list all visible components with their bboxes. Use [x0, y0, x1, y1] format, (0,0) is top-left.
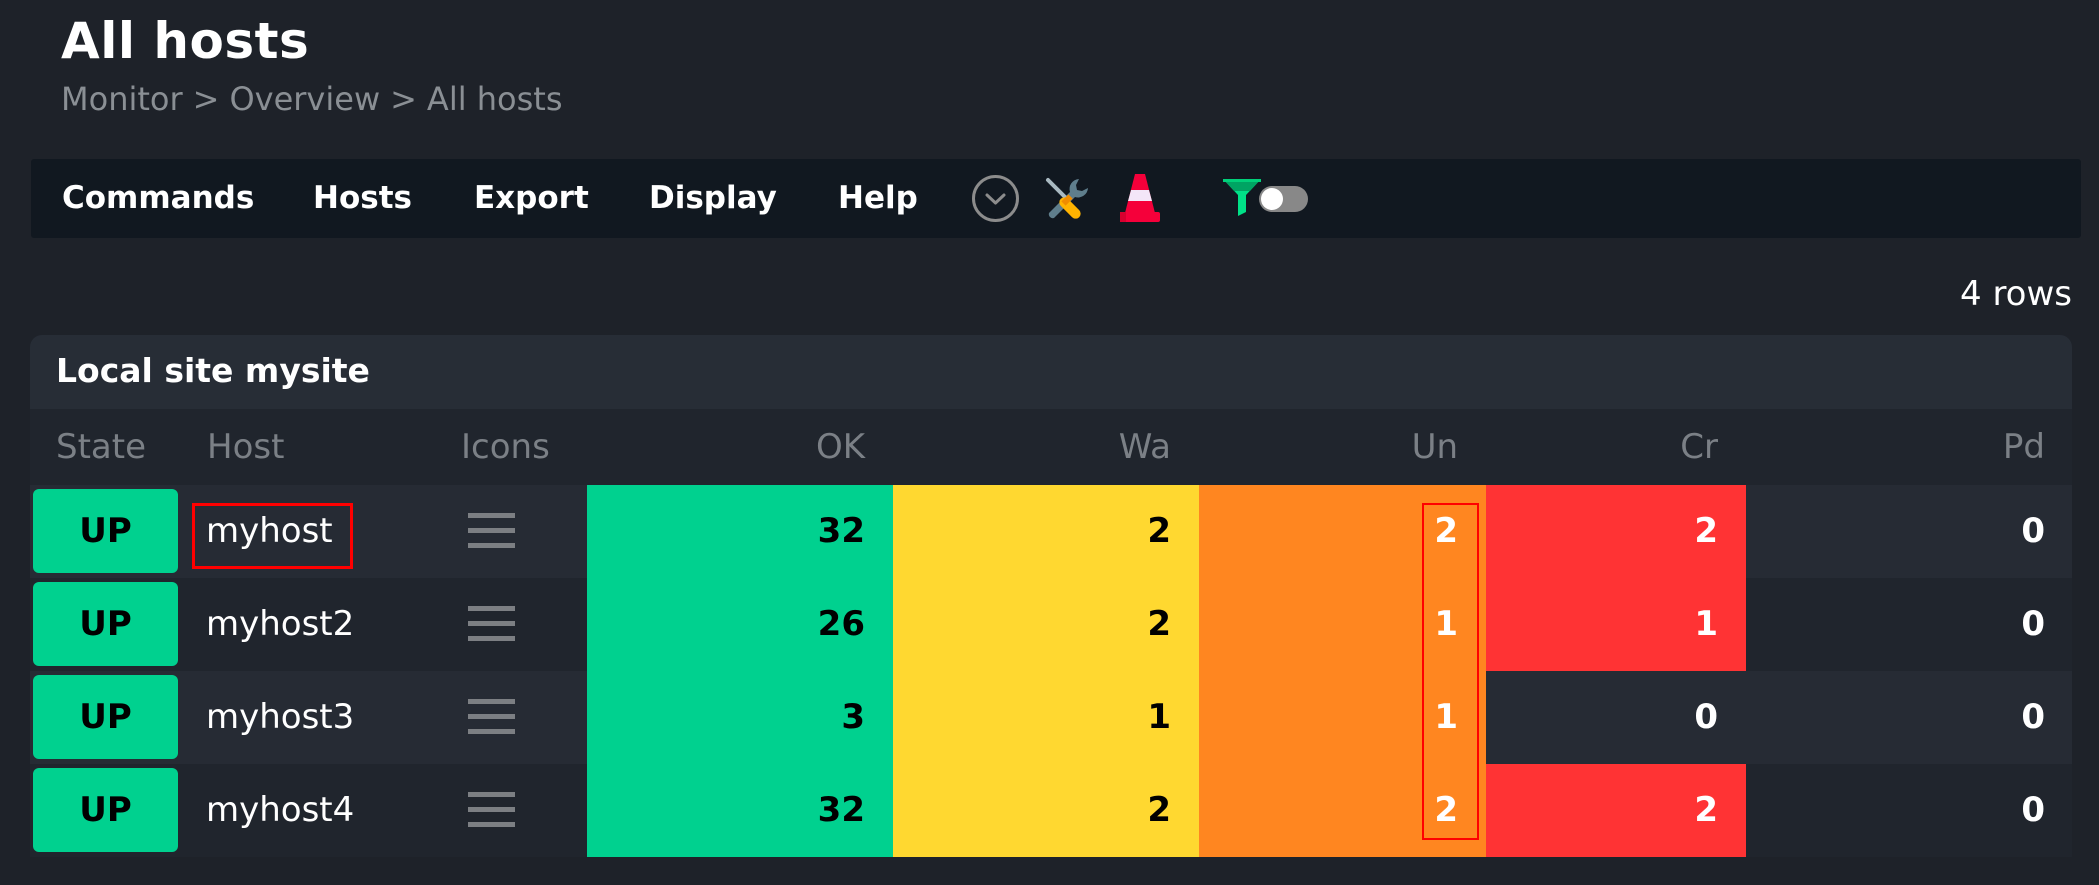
- page-title: All hosts: [61, 12, 310, 70]
- ok-count-cell[interactable]: 32: [587, 485, 893, 578]
- state-badge[interactable]: UP: [33, 675, 178, 759]
- filter-funnel-icon[interactable]: [1222, 178, 1262, 218]
- unknown-count-cell[interactable]: 2: [1199, 764, 1486, 857]
- column-header-cr[interactable]: Cr: [1486, 409, 1746, 485]
- column-header-wa[interactable]: Wa: [893, 409, 1199, 485]
- warn-count-cell[interactable]: 2: [893, 485, 1199, 578]
- state-badge[interactable]: UP: [33, 582, 178, 666]
- warn-count-cell[interactable]: 2: [893, 578, 1199, 671]
- breadcrumb-monitor[interactable]: Monitor: [61, 80, 183, 118]
- ok-count-cell[interactable]: 3: [587, 671, 893, 764]
- column-header-un[interactable]: Un: [1199, 409, 1486, 485]
- menu-help[interactable]: Help: [838, 159, 918, 238]
- pending-count-cell[interactable]: 0: [1746, 764, 2072, 857]
- action-menu-icon[interactable]: [468, 792, 515, 828]
- table-row: UP myhost3 3 1 1 0 0: [30, 671, 2072, 764]
- menu-hosts[interactable]: Hosts: [313, 159, 412, 238]
- host-link[interactable]: myhost3: [206, 671, 354, 764]
- breadcrumb-separator: >: [192, 80, 220, 118]
- pending-count-cell[interactable]: 0: [1746, 485, 2072, 578]
- breadcrumb: Monitor > Overview > All hosts: [61, 80, 563, 118]
- menu-commands[interactable]: Commands: [62, 159, 254, 238]
- column-header-state[interactable]: State: [56, 409, 146, 485]
- hosts-table: Local site mysite State Host Icons OK Wa…: [30, 335, 2072, 857]
- unknown-count-cell[interactable]: 1: [1199, 578, 1486, 671]
- toggle-switch-icon[interactable]: [1259, 186, 1308, 212]
- ok-count-cell[interactable]: 32: [587, 764, 893, 857]
- state-badge[interactable]: UP: [33, 768, 178, 852]
- crit-count-cell[interactable]: 1: [1486, 578, 1746, 671]
- menu-export[interactable]: Export: [474, 159, 589, 238]
- column-header-pd[interactable]: Pd: [1746, 409, 2072, 485]
- menu-display[interactable]: Display: [649, 159, 777, 238]
- breadcrumb-overview[interactable]: Overview: [229, 80, 380, 118]
- host-link[interactable]: myhost: [206, 485, 333, 578]
- crit-count-cell[interactable]: 2: [1486, 764, 1746, 857]
- column-header-host[interactable]: Host: [207, 409, 284, 485]
- warn-count-cell[interactable]: 2: [893, 764, 1199, 857]
- ok-count-cell[interactable]: 26: [587, 578, 893, 671]
- column-header-ok[interactable]: OK: [587, 409, 893, 485]
- action-menu-icon[interactable]: [468, 513, 515, 549]
- page: All hosts Monitor > Overview > All hosts Com…: [0, 0, 2099, 885]
- crit-count-cell[interactable]: 0: [1486, 671, 1746, 764]
- site-group-header: Local site mysite: [30, 335, 2072, 409]
- action-menu-icon[interactable]: [468, 699, 515, 735]
- breadcrumb-separator: >: [390, 80, 417, 118]
- breadcrumb-all-hosts[interactable]: All hosts: [427, 80, 563, 118]
- host-link[interactable]: myhost4: [206, 764, 354, 857]
- table-row: UP myhost2 26 2 1 1 0: [30, 578, 2072, 671]
- state-badge[interactable]: UP: [33, 489, 178, 573]
- crit-count-cell[interactable]: 2: [1486, 485, 1746, 578]
- toolbar: Commands Hosts Export Display Help: [31, 159, 2081, 238]
- table-row: UP myhost 32 2 2 2 0: [30, 485, 2072, 578]
- column-header-row: State Host Icons OK Wa Un Cr Pd: [30, 409, 2072, 485]
- pending-count-cell[interactable]: 0: [1746, 578, 2072, 671]
- site-title: Local site mysite: [56, 351, 370, 390]
- chevron-down-circle-icon[interactable]: [971, 174, 1020, 223]
- unknown-count-cell[interactable]: 1: [1199, 671, 1486, 764]
- table-row: UP myhost4 32 2 2 2 0: [30, 764, 2072, 857]
- unknown-count-cell[interactable]: 2: [1199, 485, 1486, 578]
- pending-count-cell[interactable]: 0: [1746, 671, 2072, 764]
- host-link[interactable]: myhost2: [206, 578, 354, 671]
- warn-count-cell[interactable]: 1: [893, 671, 1199, 764]
- rows-count: 4 rows: [1960, 274, 2072, 314]
- column-header-icons[interactable]: Icons: [461, 409, 550, 485]
- action-menu-icon[interactable]: [468, 606, 515, 642]
- wrench-screwdriver-icon[interactable]: [1043, 175, 1091, 223]
- traffic-cone-icon[interactable]: [1119, 173, 1161, 223]
